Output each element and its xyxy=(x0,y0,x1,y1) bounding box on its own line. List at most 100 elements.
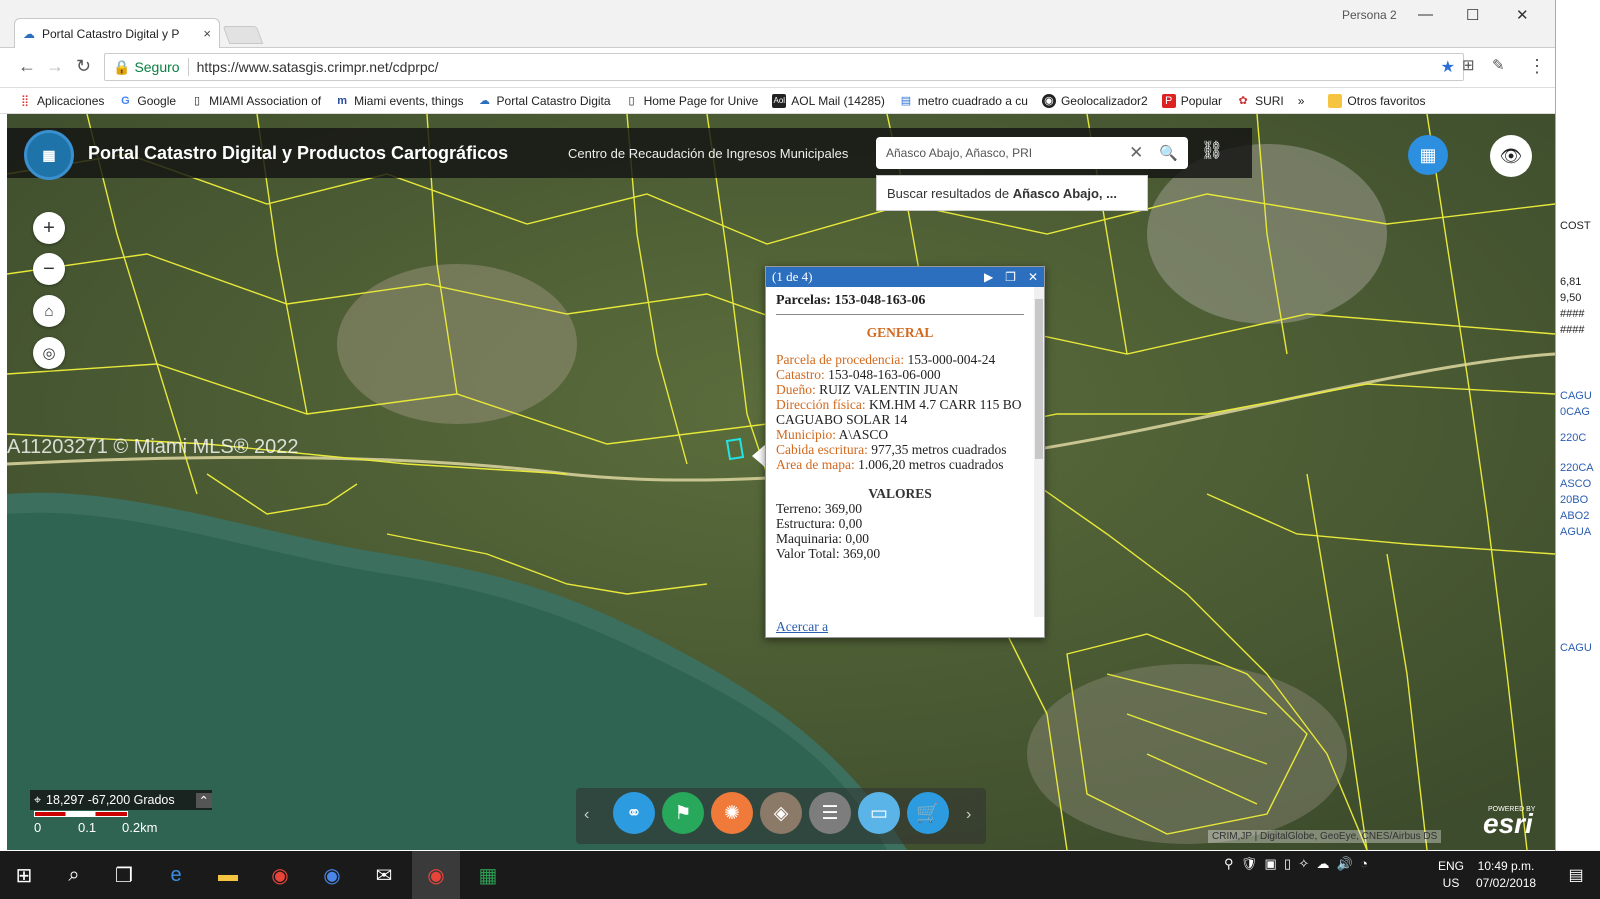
browser-tab[interactable]: ☁ Portal Catastro Digital y P × xyxy=(14,18,220,48)
zoom-out-button[interactable]: − xyxy=(33,253,65,285)
toolbar-next-icon[interactable]: › xyxy=(966,806,971,824)
scroll-thumb[interactable] xyxy=(1035,299,1043,459)
apps-grid-button[interactable]: ▦ xyxy=(1408,135,1448,175)
search-icon[interactable]: 🔍 xyxy=(1159,144,1178,162)
clock-date: 07/02/2018 xyxy=(1476,876,1537,890)
toolbar-prev-icon[interactable]: ‹ xyxy=(584,806,589,824)
windows-start-icon[interactable]: ⊞ xyxy=(0,851,48,899)
language-indicator[interactable]: ENG US xyxy=(1438,858,1464,892)
documents-button[interactable]: ▭ xyxy=(858,792,900,834)
profile-label[interactable]: Persona 2 xyxy=(1342,8,1397,22)
bookmark-suri[interactable]: ✿ SURI xyxy=(1236,93,1284,108)
flag-button[interactable]: ⚑ xyxy=(662,792,704,834)
next-feature-icon[interactable]: ▶ xyxy=(984,270,993,285)
forward-arrow-icon[interactable]: → xyxy=(46,56,64,77)
page-icon: ▯ xyxy=(628,94,635,107)
bookmark-google[interactable]: G Google xyxy=(118,94,176,108)
search-taskbar-icon[interactable]: ⌕ xyxy=(50,851,98,899)
new-tab-button[interactable] xyxy=(222,26,264,44)
link-icon[interactable]: ⛓ xyxy=(1198,140,1226,166)
popup-scrollbar[interactable] xyxy=(1034,287,1044,617)
bookmark-label: AOL Mail (14285) xyxy=(791,93,885,108)
folder-icon xyxy=(1328,93,1343,108)
mail-icon[interactable]: ✉ xyxy=(360,851,408,899)
locate-button[interactable]: ◎ xyxy=(33,337,65,369)
visibility-button[interactable]: 👁 xyxy=(1490,135,1532,177)
clear-search-icon[interactable]: ✕ xyxy=(1129,143,1143,163)
edge-icon[interactable]: e xyxy=(152,851,200,899)
home-icon: ⌂ xyxy=(44,302,54,320)
tools-button[interactable]: ✺ xyxy=(711,792,753,834)
close-popup-icon[interactable]: ✕ xyxy=(1028,270,1038,285)
cart-button[interactable]: 🛒 xyxy=(907,792,949,834)
lock-icon: 🔒 xyxy=(113,58,131,75)
menu-dots-icon[interactable]: ⋮ xyxy=(1528,56,1546,77)
back-arrow-icon[interactable]: ← xyxy=(18,56,36,77)
scale-label: 0 xyxy=(34,820,42,835)
omnibox[interactable]: 🔒 Seguro https://www.satasgis.crimpr.net/… xyxy=(104,53,1464,81)
chrome-active-icon[interactable]: ◉ xyxy=(412,851,460,899)
section-general: GENERAL xyxy=(866,325,934,340)
bookmark-home-page[interactable]: ▯ Home Page for Unive xyxy=(625,94,759,108)
cell: 220C xyxy=(1560,432,1587,444)
bookmark-apps[interactable]: ⣿ Aplicaciones xyxy=(18,94,104,108)
excel-icon[interactable]: ▦ xyxy=(464,851,512,899)
chrome-2-icon[interactable]: ◉ xyxy=(308,851,356,899)
task-view-icon[interactable]: ❐ xyxy=(100,851,148,899)
cell: COST xyxy=(1560,220,1591,232)
section-valores: VALORES xyxy=(868,486,932,501)
star-icon[interactable]: ★ xyxy=(1441,57,1455,77)
tab-close-icon[interactable]: × xyxy=(203,26,211,41)
popup-pointer xyxy=(752,444,766,468)
secure-label: Seguro xyxy=(134,59,180,75)
coordinate-text: 18,297 -67,200 Grados xyxy=(46,793,175,807)
bookmark-miami-association[interactable]: ▯ MIAMI Association of xyxy=(190,94,321,108)
maximize-icon[interactable]: ☐ xyxy=(1466,6,1479,24)
bookmark-label: SURI xyxy=(1255,93,1284,108)
legend-button[interactable]: ☰ xyxy=(809,792,851,834)
bookmark-aol-mail[interactable]: Aol AOL Mail (14285) xyxy=(772,93,885,108)
bookmark-miami-events[interactable]: m Miami events, things xyxy=(335,94,463,108)
bookmark-other-favorites[interactable]: Otros favoritos xyxy=(1328,93,1425,108)
secure-indicator[interactable]: 🔒 Seguro xyxy=(113,59,180,76)
chrome-icon[interactable]: ◉ xyxy=(256,851,304,899)
clock-time: 10:49 p.m. xyxy=(1477,859,1535,873)
bookmark-label: MIAMI Association of xyxy=(209,93,322,108)
extension-icon[interactable]: ⊞ xyxy=(1462,56,1475,74)
zoom-to-link[interactable]: Acercar a xyxy=(776,619,828,635)
popular-icon: P xyxy=(1161,93,1176,108)
reload-icon[interactable]: ↻ xyxy=(76,56,91,77)
system-tray[interactable]: ⚲ 🛡 ▣ ▯ ✧ ☁ 🔊 ◔ xyxy=(1224,856,1368,872)
clock[interactable]: 10:49 p.m. 07/02/2018 xyxy=(1476,858,1536,892)
map-attribution: CRIM,JP | DigitalGlobe, GeoEye, CNES/Air… xyxy=(1208,830,1442,843)
maximize-popup-icon[interactable]: ❐ xyxy=(1005,270,1016,285)
crim-logo: ▦ xyxy=(24,130,74,180)
bookmark-geolocalizador[interactable]: ◉ Geolocalizador2 xyxy=(1041,93,1148,108)
bookmark-portal-catastro[interactable]: ☁ Portal Catastro Digita xyxy=(478,94,611,108)
bookmark-metro-cuadrado[interactable]: ▤ metro cuadrado a cu xyxy=(899,94,1028,108)
bookmarks-overflow[interactable]: » xyxy=(1298,94,1305,108)
field-row: Parcela de procedencia: 153-000-004-24 xyxy=(776,352,1024,367)
home-button[interactable]: ⌂ xyxy=(33,295,65,327)
zoom-in-button[interactable]: + xyxy=(33,212,65,244)
field-row: Cabida escritura: 977,35 metros cuadrado… xyxy=(776,442,1024,457)
url-text[interactable]: https://www.satasgis.crimpr.net/cdprpc/ xyxy=(197,59,439,75)
layers-button[interactable]: ◈ xyxy=(760,792,802,834)
file-explorer-icon[interactable]: ▬ xyxy=(204,851,252,899)
minimize-icon[interactable]: — xyxy=(1418,6,1433,23)
notifications-icon[interactable]: ▤ xyxy=(1552,851,1600,899)
extension-2-icon[interactable]: ✎ xyxy=(1492,56,1505,74)
search-box[interactable]: Añasco Abajo, Añasco, PRI ✕ 🔍 xyxy=(876,137,1188,169)
field-value: RUIZ VALENTIN JUAN xyxy=(815,382,959,397)
search-suggestion[interactable]: Buscar resultados de Añasco Abajo, ... xyxy=(876,175,1148,211)
target-icon: ◎ xyxy=(42,345,56,362)
mls-watermark: A11203271 © Miami MLS® 2022 xyxy=(7,436,299,458)
cell: 0CAG xyxy=(1560,406,1590,418)
bookmark-popular[interactable]: P Popular xyxy=(1161,93,1222,108)
chevron-up-icon[interactable]: ⌃ xyxy=(195,792,212,808)
binoculars-button[interactable]: ⚭ xyxy=(613,792,655,834)
search-input[interactable]: Añasco Abajo, Añasco, PRI xyxy=(886,146,1032,160)
window-close-icon[interactable]: ✕ xyxy=(1516,6,1529,24)
background-spreadsheet-window: COST 6,81 9,50 #### #### CAGU 0CAG 220C … xyxy=(1555,0,1600,851)
address-bar: ← → ↻ 🔒 Seguro https://www.satasgis.crimp… xyxy=(0,48,1555,88)
